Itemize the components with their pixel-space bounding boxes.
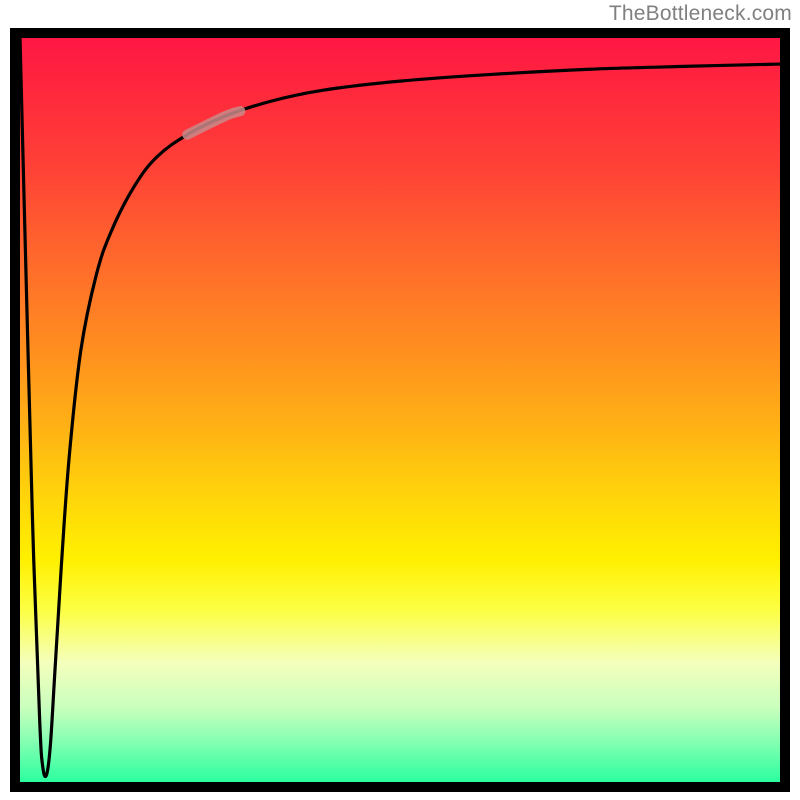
attribution-label: TheBottleneck.com: [609, 2, 792, 26]
plot-frame: [10, 28, 790, 792]
frame-border-right: [780, 28, 790, 792]
frame-border-top: [10, 28, 790, 38]
frame-border-bottom: [10, 782, 790, 792]
frame-border-left: [10, 28, 20, 792]
chart-container: TheBottleneck.com: [0, 0, 800, 800]
